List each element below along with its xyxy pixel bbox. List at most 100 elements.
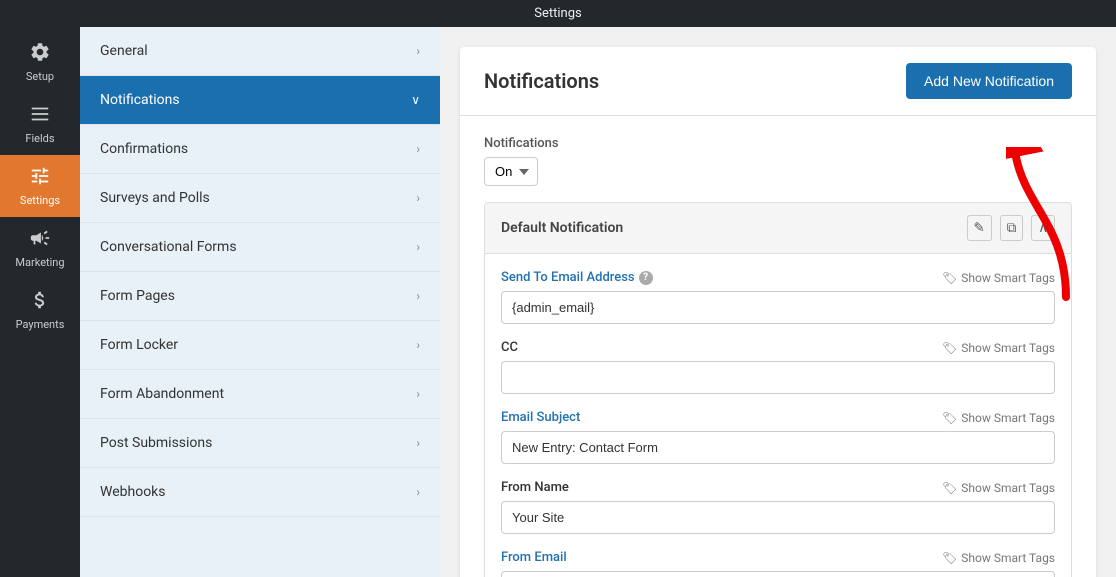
from-email-header: From Email 🏷 Show Smart Tags	[501, 550, 1055, 565]
nav-label-conversational-forms: Conversational Forms	[100, 239, 237, 255]
panel-title: Notifications	[484, 69, 599, 93]
panel-body: Notifications On Off Default Notificatio…	[460, 116, 1096, 577]
show-smart-tags-cc[interactable]: 🏷 Show Smart Tags	[942, 341, 1055, 355]
chevron-right-icon: ›	[416, 191, 420, 205]
settings-label: Settings	[20, 194, 60, 207]
chevron-right-icon: ›	[416, 289, 420, 303]
sidebar-item-setup[interactable]: Setup	[0, 31, 80, 93]
nav-item-notifications[interactable]: Notifications ∨	[80, 76, 440, 125]
from-email-row: From Email 🏷 Show Smart Tags	[501, 550, 1055, 577]
notifications-toggle-label: Notifications	[484, 136, 1072, 151]
chevron-right-icon: ›	[416, 44, 420, 58]
tag-icon: 🏷	[942, 481, 957, 495]
email-subject-header: Email Subject 🏷 Show Smart Tags	[501, 410, 1055, 425]
send-to-email-label-text: Send To Email Address	[501, 270, 635, 285]
show-smart-tags-from-name[interactable]: 🏷 Show Smart Tags	[942, 481, 1055, 495]
marketing-label: Marketing	[15, 256, 64, 269]
tag-icon: 🏷	[942, 551, 957, 565]
chevron-right-icon: ›	[416, 142, 420, 156]
default-notification-card: Default Notification ✎ ⧉ ∧	[484, 202, 1072, 577]
from-name-input[interactable]	[501, 501, 1055, 534]
email-subject-label: Email Subject	[501, 410, 580, 425]
chevron-up-icon: ∧	[1038, 220, 1048, 236]
sidebar-item-payments[interactable]: Payments	[0, 279, 80, 341]
megaphone-icon	[29, 227, 51, 252]
notification-card-header: Default Notification ✎ ⧉ ∧	[485, 203, 1071, 254]
gear-icon	[29, 41, 51, 66]
tag-icon: 🏷	[942, 271, 957, 285]
cc-input[interactable]	[501, 361, 1055, 394]
nav-item-conversational-forms[interactable]: Conversational Forms ›	[80, 223, 440, 272]
from-email-label: From Email	[501, 550, 567, 565]
chevron-right-icon: ›	[416, 485, 420, 499]
send-to-email-label: Send To Email Address ?	[501, 270, 653, 285]
nav-label-webhooks: Webhooks	[100, 484, 166, 500]
cc-label: CC	[501, 340, 518, 355]
nav-label-form-abandonment: Form Abandonment	[100, 386, 224, 402]
icon-sidebar: Setup Fields Settings	[0, 27, 80, 577]
tag-icon: 🏷	[942, 411, 957, 425]
setup-label: Setup	[26, 70, 54, 83]
show-smart-tags-from-email[interactable]: 🏷 Show Smart Tags	[942, 551, 1055, 565]
nav-item-general[interactable]: General ›	[80, 27, 440, 76]
chevron-right-icon: ›	[416, 338, 420, 352]
top-bar: Settings	[0, 0, 1116, 27]
nav-item-webhooks[interactable]: Webhooks ›	[80, 468, 440, 517]
nav-label-confirmations: Confirmations	[100, 141, 188, 157]
email-subject-input[interactable]	[501, 431, 1055, 464]
sidebar-item-fields[interactable]: Fields	[0, 93, 80, 155]
nav-label-general: General	[100, 43, 148, 59]
nav-item-form-locker[interactable]: Form Locker ›	[80, 321, 440, 370]
notifications-select[interactable]: On Off	[484, 157, 538, 186]
nav-item-post-submissions[interactable]: Post Submissions ›	[80, 419, 440, 468]
copy-icon: ⧉	[1007, 220, 1017, 236]
content-area: Notifications Add New Notification Notif…	[440, 27, 1116, 577]
nav-label-surveys-polls: Surveys and Polls	[100, 190, 210, 206]
fields-icon	[29, 103, 51, 128]
nav-sidebar: General › Notifications ∨ Confirmations …	[80, 27, 440, 577]
email-subject-row: Email Subject 🏷 Show Smart Tags	[501, 410, 1055, 464]
payments-label: Payments	[16, 318, 65, 331]
chevron-right-icon: ›	[416, 436, 420, 450]
send-to-email-input[interactable]	[501, 291, 1055, 324]
send-to-email-row: Send To Email Address ? 🏷 Show Smart Tag…	[501, 270, 1055, 324]
show-smart-tags-email[interactable]: 🏷 Show Smart Tags	[942, 271, 1055, 285]
tag-icon: 🏷	[942, 341, 957, 355]
page-title: Settings	[534, 6, 581, 21]
chevron-right-icon: ›	[416, 240, 420, 254]
notifications-panel: Notifications Add New Notification Notif…	[460, 47, 1096, 577]
notification-card-title: Default Notification	[501, 220, 623, 236]
nav-item-confirmations[interactable]: Confirmations ›	[80, 125, 440, 174]
from-name-label: From Name	[501, 480, 569, 495]
panel-header: Notifications Add New Notification	[460, 47, 1096, 116]
show-smart-tags-subject[interactable]: 🏷 Show Smart Tags	[942, 411, 1055, 425]
nav-item-form-abandonment[interactable]: Form Abandonment ›	[80, 370, 440, 419]
notifications-toggle-row: Notifications On Off	[484, 136, 1072, 186]
nav-label-form-locker: Form Locker	[100, 337, 178, 353]
add-new-notification-button[interactable]: Add New Notification	[906, 63, 1072, 99]
pencil-icon: ✎	[974, 220, 985, 236]
from-name-header: From Name 🏷 Show Smart Tags	[501, 480, 1055, 495]
send-to-email-header: Send To Email Address ? 🏷 Show Smart Tag…	[501, 270, 1055, 285]
cc-header: CC 🏷 Show Smart Tags	[501, 340, 1055, 355]
sidebar-item-settings[interactable]: Settings	[0, 155, 80, 217]
nav-label-post-submissions: Post Submissions	[100, 435, 212, 451]
sidebar-item-marketing[interactable]: Marketing	[0, 217, 80, 279]
collapse-notification-button[interactable]: ∧	[1031, 215, 1055, 241]
notification-card-body: Send To Email Address ? 🏷 Show Smart Tag…	[485, 254, 1071, 577]
fields-label: Fields	[25, 132, 54, 145]
edit-notification-button[interactable]: ✎	[967, 215, 992, 241]
copy-notification-button[interactable]: ⧉	[1000, 215, 1024, 241]
from-email-input[interactable]	[501, 571, 1055, 577]
help-icon[interactable]: ?	[639, 271, 653, 285]
nav-label-form-pages: Form Pages	[100, 288, 175, 304]
chevron-right-icon: ›	[416, 387, 420, 401]
chevron-down-icon: ∨	[411, 93, 420, 107]
notifications-toggle: On Off	[484, 157, 1072, 186]
dollar-icon	[29, 289, 51, 314]
card-actions: ✎ ⧉ ∧	[967, 215, 1055, 241]
nav-item-form-pages[interactable]: Form Pages ›	[80, 272, 440, 321]
from-name-row: From Name 🏷 Show Smart Tags	[501, 480, 1055, 534]
nav-item-surveys-polls[interactable]: Surveys and Polls ›	[80, 174, 440, 223]
cc-row: CC 🏷 Show Smart Tags	[501, 340, 1055, 394]
